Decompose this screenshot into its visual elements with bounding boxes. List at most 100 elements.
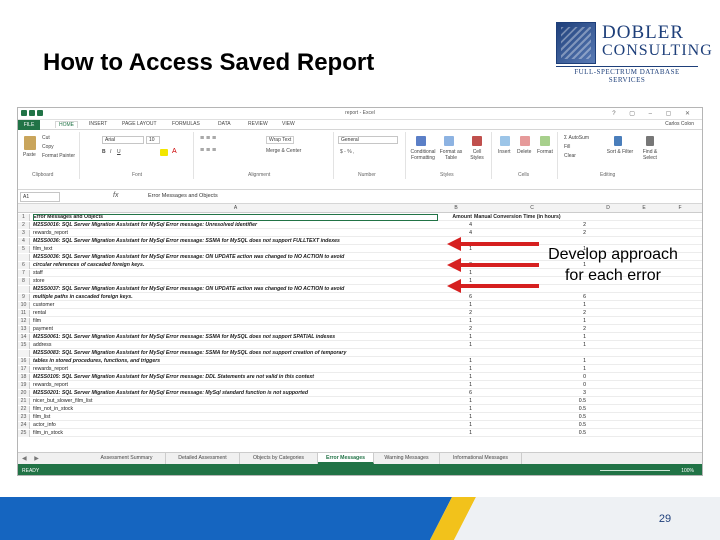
table-row[interactable]: M2SS0037: SQL Server Migration Assistant… xyxy=(18,286,702,293)
row-number[interactable]: 3 xyxy=(18,230,30,237)
paste-icon[interactable] xyxy=(24,136,36,150)
table-row[interactable]: 12 film 1 1 xyxy=(18,318,702,325)
cell-b[interactable]: 6 xyxy=(438,390,472,397)
cell-c[interactable]: 0.5 xyxy=(474,414,588,421)
row-number[interactable]: 7 xyxy=(18,270,30,277)
italic-button[interactable]: I xyxy=(110,149,111,155)
cell-b[interactable]: 1 xyxy=(438,382,472,389)
cell-c[interactable]: 2 xyxy=(474,222,588,229)
cell-a[interactable]: rewards_report xyxy=(33,382,438,389)
cell-a[interactable]: film_list xyxy=(33,414,438,421)
sort-filter-icon[interactable] xyxy=(614,136,622,146)
cell-c[interactable]: 0 xyxy=(474,382,588,389)
find-select-button[interactable]: Find & Select xyxy=(636,149,664,161)
align-icons[interactable]: ≡ ≡ ≡ xyxy=(200,135,216,142)
tab-view[interactable]: VIEW xyxy=(282,121,295,127)
cell-b[interactable]: 1 xyxy=(438,302,472,309)
copy-button[interactable]: Copy xyxy=(42,144,54,150)
cell-a[interactable]: customer xyxy=(33,302,438,309)
table-row[interactable]: 9 multiple paths in cascaded foreign keys… xyxy=(18,294,702,301)
table-row[interactable]: 16 tables in stored procedures, functions… xyxy=(18,358,702,365)
cell-c[interactable]: 0.5 xyxy=(474,430,588,437)
cell-a[interactable]: M2SS0083: SQL Server Migration Assistant… xyxy=(33,350,438,357)
row-number[interactable] xyxy=(18,254,30,261)
cell-b[interactable]: 1 xyxy=(438,374,472,381)
cell-b[interactable]: 1 xyxy=(438,334,472,341)
cell-a[interactable]: M2SS0036: SQL Server Migration Assistant… xyxy=(33,254,438,261)
table-row[interactable]: 19 rewards_report 1 0 xyxy=(18,382,702,389)
cell-c[interactable]: 0.5 xyxy=(474,398,588,405)
tab-insert[interactable]: INSERT xyxy=(89,121,107,127)
table-row[interactable]: 15 address 1 1 xyxy=(18,342,702,349)
formula-input[interactable]: Error Messages and Objects xyxy=(148,193,218,199)
cell-c[interactable]: 2 xyxy=(474,310,588,317)
cell-c[interactable]: 1 xyxy=(474,358,588,365)
cell-b[interactable]: 1 xyxy=(438,414,472,421)
cell-a[interactable]: M2SS0016: SQL Server Migration Assistant… xyxy=(33,222,438,229)
conditional-formatting-icon[interactable] xyxy=(416,136,426,146)
tab-formulas[interactable]: FORMULAS xyxy=(172,121,200,127)
cell-b[interactable]: 2 xyxy=(438,310,472,317)
table-row[interactable]: 1 Error Messages and Objects Amount Manual … xyxy=(18,214,702,221)
name-box[interactable]: A1 xyxy=(20,192,60,202)
cell-c[interactable]: 3 xyxy=(474,390,588,397)
cell-b[interactable]: 1 xyxy=(438,366,472,373)
row-number[interactable]: 25 xyxy=(18,430,30,437)
cell-a[interactable]: film_not_in_stock xyxy=(33,406,438,413)
sheet-nav-arrows[interactable]: ◀ ▶ xyxy=(22,455,42,462)
font-color-icon[interactable]: A xyxy=(172,148,177,155)
row-number[interactable]: 15 xyxy=(18,342,30,349)
format-as-table-button[interactable]: Format as Table xyxy=(438,149,464,161)
row-number[interactable] xyxy=(18,286,30,293)
tab-home[interactable]: HOME xyxy=(55,121,78,128)
cell-a[interactable]: tables in stored procedures, functions, … xyxy=(33,358,438,365)
fill-color-icon[interactable] xyxy=(160,149,168,156)
fill-button[interactable]: Fill xyxy=(564,144,570,150)
sheet-tab[interactable]: Detailed Assessment xyxy=(166,453,240,464)
cell-c[interactable]: 2 xyxy=(474,326,588,333)
cell-a[interactable]: circular references of cascaded foreign … xyxy=(33,262,438,269)
cell-a[interactable]: address xyxy=(33,342,438,349)
row-number[interactable]: 12 xyxy=(18,318,30,325)
fx-icon[interactable]: fx xyxy=(113,192,118,199)
row-number[interactable]: 9 xyxy=(18,294,30,301)
delete-cells-icon[interactable] xyxy=(520,136,530,146)
zoom-slider[interactable] xyxy=(600,470,670,471)
cell-c[interactable]: 1 xyxy=(474,366,588,373)
table-row[interactable]: 18 M2SS0105: SQL Server Migration Assista… xyxy=(18,374,702,381)
row-number[interactable]: 6 xyxy=(18,262,30,269)
column-header-b[interactable]: B xyxy=(438,205,474,211)
cell-b[interactable]: 1 xyxy=(438,358,472,365)
row-number[interactable] xyxy=(18,350,30,357)
column-header-f[interactable]: F xyxy=(662,205,698,211)
cell-a[interactable]: M2SS0061: SQL Server Migration Assistant… xyxy=(33,334,438,341)
format-painter-button[interactable]: Format Painter xyxy=(42,153,75,159)
row-number[interactable]: 4 xyxy=(18,238,30,245)
row-number[interactable]: 20 xyxy=(18,390,30,397)
window-controls[interactable]: ? ▢ – ▢ ✕ xyxy=(612,110,696,117)
table-row[interactable]: 24 actor_info 1 0.5 xyxy=(18,422,702,429)
row-number[interactable]: 21 xyxy=(18,398,30,405)
column-header-e[interactable]: E xyxy=(626,205,662,211)
table-row[interactable]: 10 customer 1 1 xyxy=(18,302,702,309)
table-row[interactable]: 11 rental 2 2 xyxy=(18,310,702,317)
user-account[interactable]: Carlos Colon xyxy=(665,121,694,127)
row-number[interactable]: 23 xyxy=(18,414,30,421)
tab-review[interactable]: REVIEW xyxy=(248,121,268,127)
cell-a[interactable]: Error Messages and Objects xyxy=(33,214,438,221)
cell-b[interactable]: 1 xyxy=(438,318,472,325)
align-icons-2[interactable]: ≡ ≡ ≡ xyxy=(200,147,216,154)
format-cells-icon[interactable] xyxy=(540,136,550,146)
row-number[interactable]: 22 xyxy=(18,406,30,413)
row-number[interactable]: 19 xyxy=(18,382,30,389)
cell-a[interactable]: nicer_but_slower_film_list xyxy=(33,398,438,405)
zoom-level[interactable]: 100% xyxy=(681,468,694,474)
column-header-a[interactable]: A xyxy=(33,205,438,211)
row-number[interactable]: 5 xyxy=(18,246,30,253)
table-row[interactable]: 2 M2SS0016: SQL Server Migration Assistan… xyxy=(18,222,702,229)
table-row[interactable]: M2SS0083: SQL Server Migration Assistant… xyxy=(18,350,702,357)
table-row[interactable]: 22 film_not_in_stock 1 0.5 xyxy=(18,406,702,413)
number-format-select[interactable]: General xyxy=(338,136,398,144)
cell-a[interactable]: multiple paths in cascaded foreign keys. xyxy=(33,294,438,301)
font-name-select[interactable]: Arial xyxy=(102,136,144,144)
